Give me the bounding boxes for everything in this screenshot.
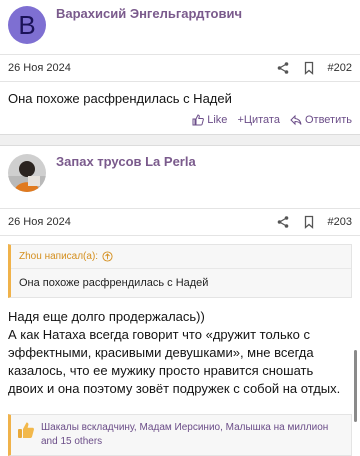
scrollbar[interactable] xyxy=(354,350,357,422)
reply-icon xyxy=(290,114,302,126)
like-icon xyxy=(192,114,205,126)
post-203: Запах трусов La Perla 26 Ноя 2024 #203 Z… xyxy=(0,145,360,456)
like-label: Like xyxy=(207,114,228,126)
post-date[interactable]: 26 Ноя 2024 xyxy=(8,62,264,74)
post-number[interactable]: #203 xyxy=(328,216,352,228)
avatar[interactable] xyxy=(8,154,46,192)
reactions-text: Шакалы вскладчину, Мадам Иерсинио, Малыш… xyxy=(41,422,329,447)
post-actions: Like +Цитата Ответить xyxy=(0,114,360,134)
quote-block: Zhou написал(а): Она похоже расфрендилас… xyxy=(8,244,352,298)
avatar[interactable]: B xyxy=(8,6,46,44)
username[interactable]: Варахисий Энгельгардтович xyxy=(56,6,242,21)
post-202: B Варахисий Энгельгардтович 26 Ноя 2024 … xyxy=(0,0,360,134)
like-button[interactable]: Like xyxy=(192,114,227,126)
quote-text: Она похоже расфрендилась с Надей xyxy=(19,277,209,289)
post-header: Запах трусов La Perla xyxy=(0,146,360,198)
post-separator xyxy=(0,134,360,145)
post-number[interactable]: #202 xyxy=(328,62,352,74)
post-date[interactable]: 26 Ноя 2024 xyxy=(8,216,264,228)
quote-button[interactable]: +Цитата xyxy=(237,114,280,126)
post-meta: 26 Ноя 2024 #203 xyxy=(0,208,360,236)
post-meta: 26 Ноя 2024 #202 xyxy=(0,54,360,82)
thumbs-up-icon xyxy=(18,422,34,438)
bookmark-icon[interactable] xyxy=(302,61,316,75)
username[interactable]: Запах трусов La Perla xyxy=(56,154,196,169)
post-text: Она похоже расфрендилась с Надей xyxy=(8,91,232,106)
post-header: B Варахисий Энгельгардтович xyxy=(0,0,360,44)
reply-button[interactable]: Ответить xyxy=(290,114,352,126)
reactions-bar[interactable]: Шакалы вскладчину, Мадам Иерсинио, Малыш… xyxy=(8,414,352,456)
share-icon[interactable] xyxy=(276,215,290,229)
bookmark-icon[interactable] xyxy=(302,215,316,229)
post-text-paragraph: А как Натаха всегда говорит что «дружит … xyxy=(8,327,341,396)
reply-label: Ответить xyxy=(304,114,352,126)
post-text: Надя еще долго продержалась)) А как Ната… xyxy=(0,298,360,404)
share-icon[interactable] xyxy=(276,61,290,75)
arrow-up-circle-icon[interactable] xyxy=(102,251,113,262)
avatar-image xyxy=(8,154,46,192)
quote-author: Zhou написал(а): xyxy=(19,251,99,262)
quote-header[interactable]: Zhou написал(а): xyxy=(11,245,351,269)
post-text-line: Надя еще долго продержалась)) xyxy=(8,309,205,324)
